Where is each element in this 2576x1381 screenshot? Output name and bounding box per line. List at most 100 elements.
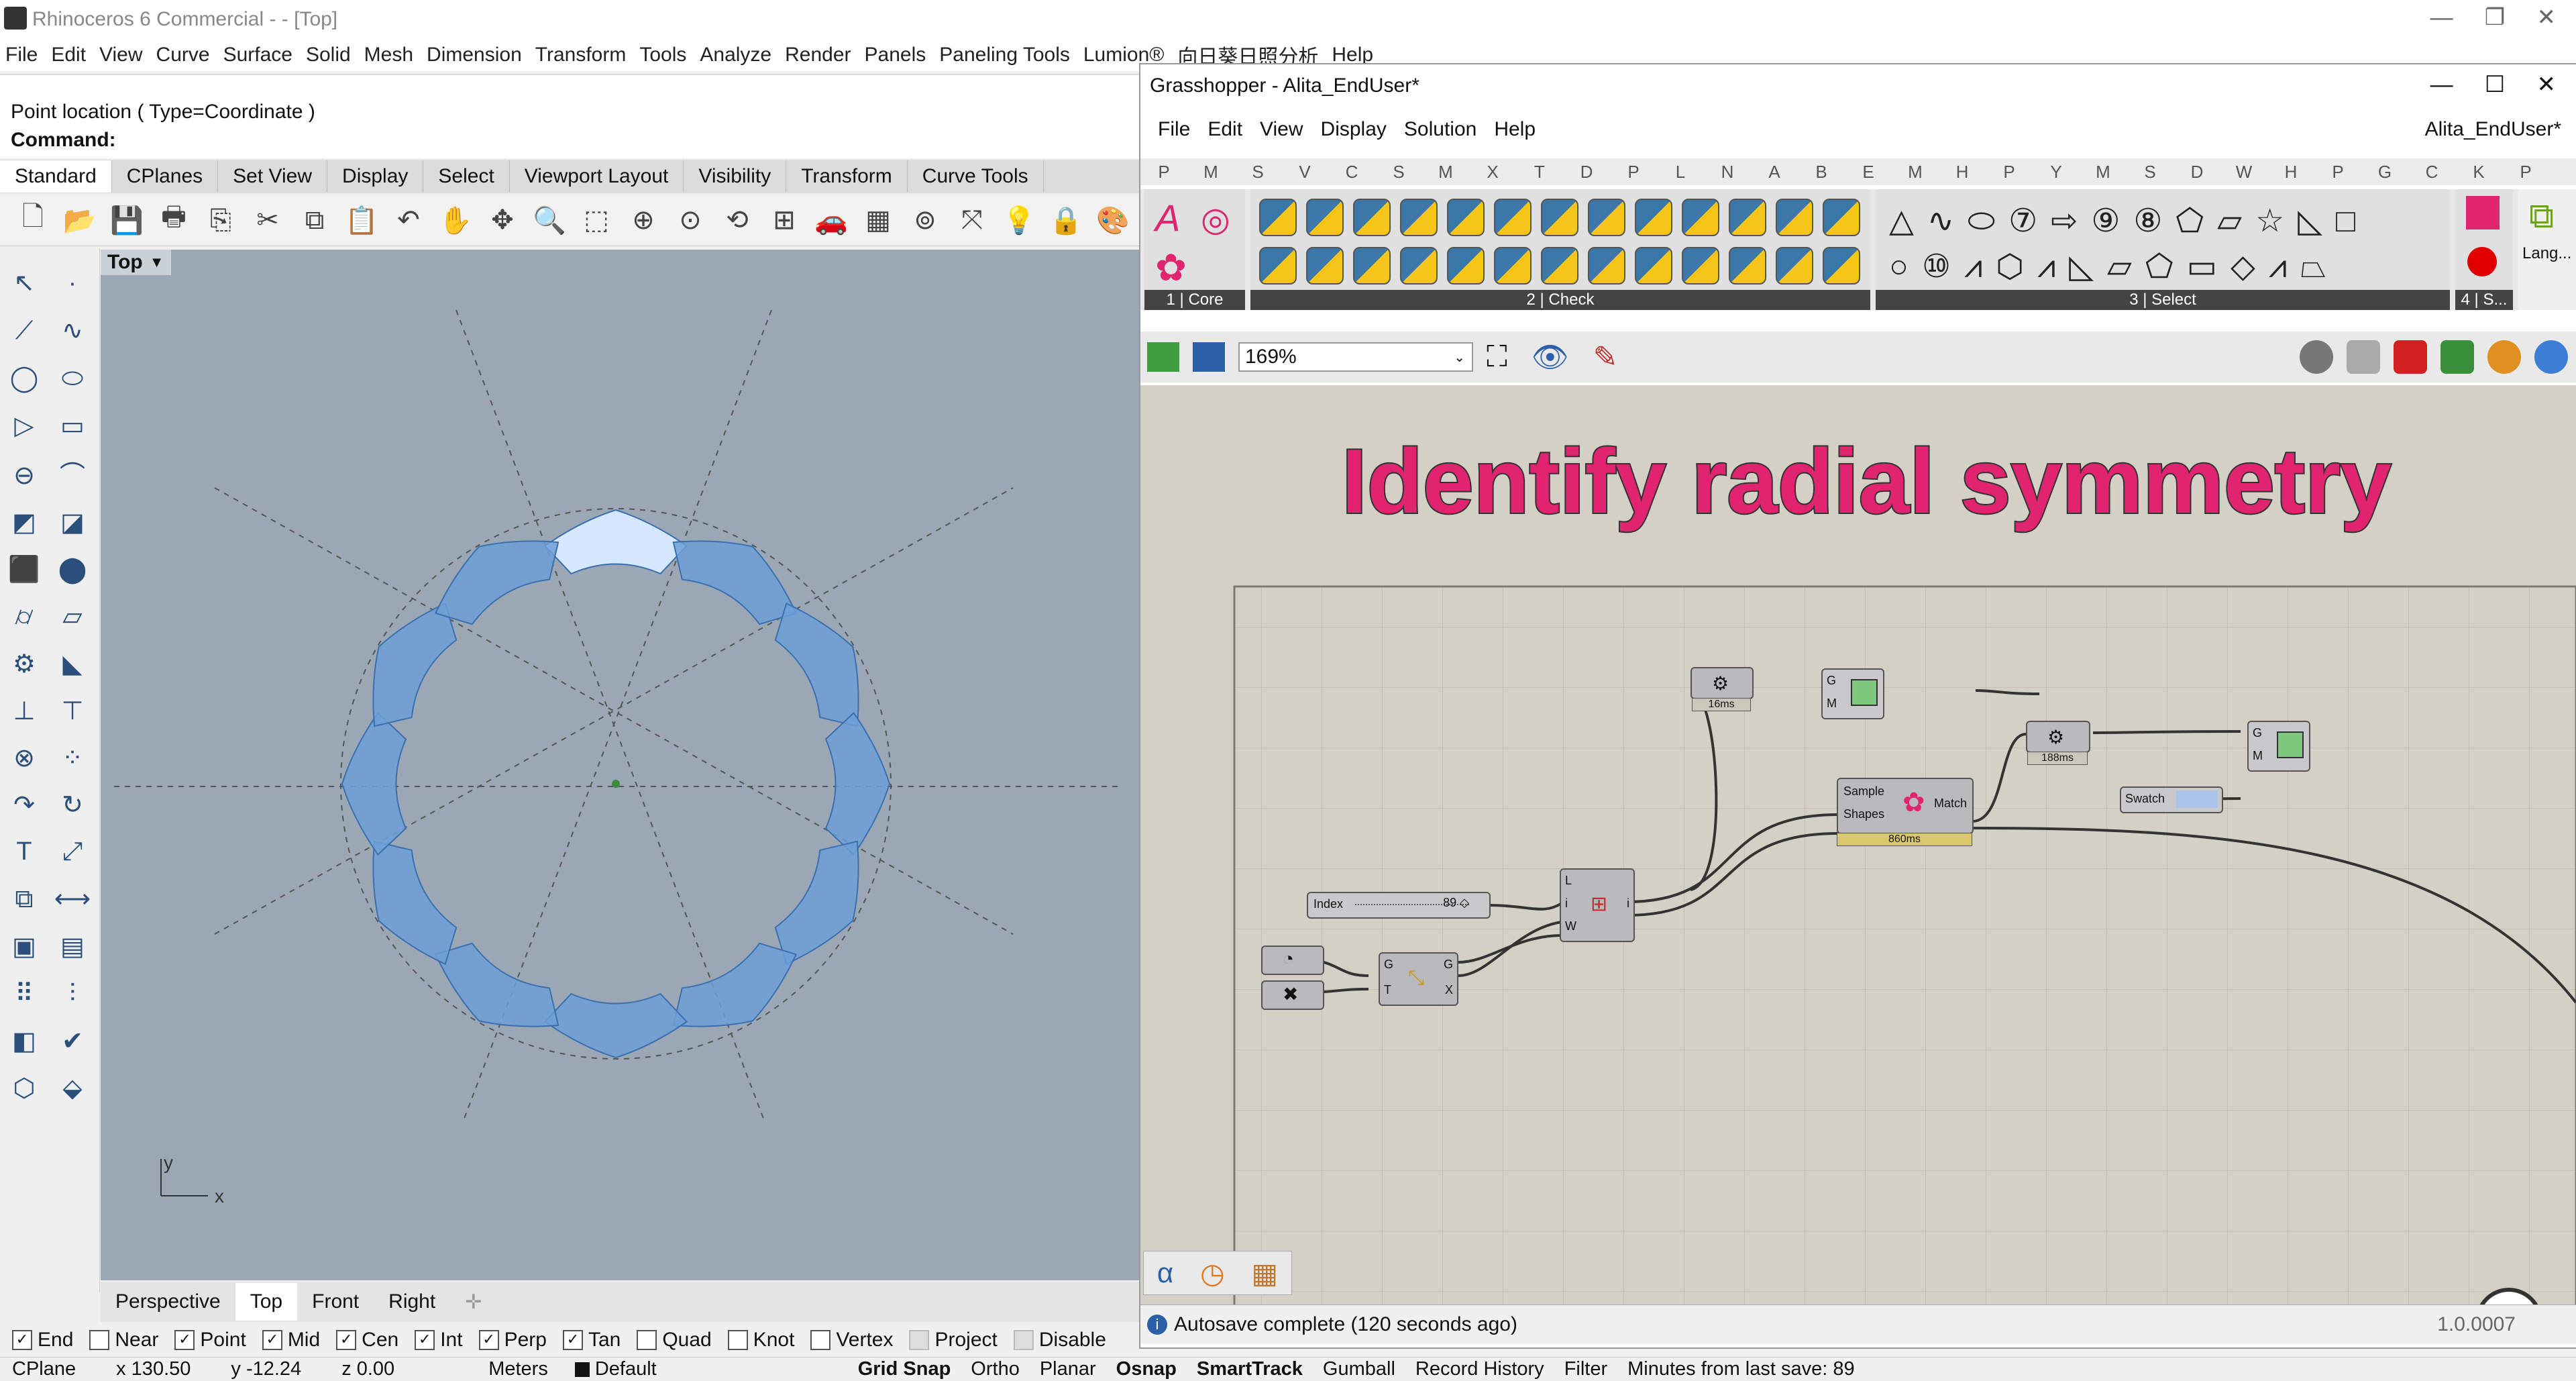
- python-script-icon[interactable]: [1588, 199, 1625, 236]
- osnap-near[interactable]: Near: [89, 1329, 158, 1351]
- osnap-vertex[interactable]: Vertex: [810, 1329, 893, 1351]
- osnap-cen[interactable]: ✓ Cen: [336, 1329, 398, 1351]
- category-tab[interactable]: C: [1328, 162, 1375, 183]
- zoom-selected-icon[interactable]: ⊙: [672, 201, 709, 239]
- category-tab[interactable]: X: [1469, 162, 1516, 183]
- category-tab[interactable]: D: [1563, 162, 1610, 183]
- curve-edit-icon[interactable]: ⊖: [4, 455, 44, 495]
- pink-box-icon[interactable]: [2466, 196, 2500, 229]
- array-icon[interactable]: ⧉: [4, 880, 44, 920]
- point-icon[interactable]: ·: [52, 263, 93, 303]
- gh-window-controls[interactable]: — ☐ ✕: [2430, 71, 2556, 98]
- gear-icon[interactable]: ⚙: [4, 644, 44, 684]
- category-tab[interactable]: W: [2220, 162, 2267, 183]
- tab-perspective[interactable]: Perspective: [101, 1283, 235, 1321]
- category-tab[interactable]: P: [2502, 162, 2549, 183]
- gh-menu-edit[interactable]: Edit: [1208, 118, 1242, 141]
- category-tab[interactable]: D: [2174, 162, 2220, 183]
- category-tab[interactable]: P: [1610, 162, 1657, 183]
- circle-icon[interactable]: ◯: [4, 358, 44, 398]
- petal[interactable]: [341, 711, 407, 856]
- lock-icon[interactable]: 🔒: [1047, 201, 1085, 239]
- explode-icon[interactable]: ⁘: [52, 738, 93, 778]
- shape-icons[interactable]: △∿⬭⑦⇨⑨⑧⬠▱☆◺□ ○⑩⩘⬡⩘◺▱⬠▭◇⩘⏢: [1889, 199, 2369, 290]
- python-script-icon[interactable]: [1306, 247, 1344, 285]
- python-script-icon[interactable]: [1306, 199, 1344, 236]
- menu-tools[interactable]: Tools: [639, 44, 686, 66]
- python-script-icon[interactable]: [1494, 199, 1532, 236]
- python-icon[interactable]: ⧉: [2529, 196, 2554, 237]
- grid-plane-icon[interactable]: ▦: [859, 201, 897, 239]
- category-tab[interactable]: M: [2080, 162, 2127, 183]
- category-tab[interactable]: V: [1281, 162, 1328, 183]
- scale-icon[interactable]: ⤧: [953, 201, 991, 239]
- text-icon[interactable]: T: [4, 832, 44, 872]
- add-viewport-icon[interactable]: ✛: [450, 1283, 496, 1321]
- selected-preview-icon[interactable]: [2440, 340, 2474, 374]
- tab-right[interactable]: Right: [374, 1283, 450, 1321]
- python-script-icon[interactable]: [1823, 199, 1860, 236]
- component-hash[interactable]: ⚙: [1690, 667, 1754, 699]
- category-tab[interactable]: S: [1375, 162, 1422, 183]
- component-preview-1[interactable]: G M: [1821, 668, 1884, 719]
- menu-dimension[interactable]: Dimension: [427, 44, 522, 66]
- panel-core-label[interactable]: 1 | Core: [1144, 290, 1245, 310]
- timer-icon[interactable]: ◷: [1200, 1257, 1225, 1290]
- check-icon[interactable]: ✔: [52, 1021, 93, 1062]
- category-tab[interactable]: M: [1892, 162, 1939, 183]
- tab-front[interactable]: Front: [297, 1283, 374, 1321]
- category-tab[interactable]: S: [2127, 162, 2174, 183]
- select-arrow-icon[interactable]: ↖: [4, 262, 44, 303]
- analyze-icon[interactable]: ◣: [52, 644, 93, 684]
- grid-icon[interactable]: ▤: [52, 927, 93, 967]
- undo-icon[interactable]: ↶: [390, 201, 427, 239]
- shaded-off-icon[interactable]: [2347, 340, 2380, 374]
- align-icon[interactable]: ⫶: [52, 974, 93, 1015]
- python-script-icon[interactable]: [1682, 247, 1719, 285]
- rotate-view-icon[interactable]: ✥: [484, 201, 521, 239]
- mesh-icon[interactable]: ▱: [52, 597, 93, 637]
- osnap-disable[interactable]: Disable: [1013, 1329, 1106, 1351]
- petal[interactable]: [543, 992, 688, 1059]
- category-tab[interactable]: M: [1422, 162, 1469, 183]
- shaded-preview-icon[interactable]: [2394, 340, 2427, 374]
- menu-surface[interactable]: Surface: [223, 44, 292, 66]
- category-tab[interactable]: E: [1845, 162, 1892, 183]
- petal[interactable]: [672, 942, 798, 1027]
- ghpython-a-icon[interactable]: A: [1155, 196, 1180, 240]
- new-layout-icon[interactable]: ⎘: [202, 201, 239, 239]
- python-script-icon[interactable]: [1353, 199, 1391, 236]
- gh-menu-solution[interactable]: Solution: [1404, 118, 1477, 141]
- petal[interactable]: [774, 602, 859, 727]
- copy-icon[interactable]: ⧉: [296, 201, 333, 239]
- petal[interactable]: [774, 840, 859, 966]
- panel-select-label[interactable]: 3 | Select: [1876, 290, 2450, 310]
- osnap-perp[interactable]: ✓ Perp: [478, 1329, 547, 1351]
- sphere-icon[interactable]: ⬤: [52, 549, 93, 589]
- layer-icon[interactable]: ⬙: [52, 1068, 93, 1109]
- category-tab[interactable]: P: [1140, 162, 1187, 183]
- preview-eye-icon[interactable]: 👁: [1532, 340, 1569, 374]
- menu-solid[interactable]: Solid: [306, 44, 351, 66]
- mesh-settings-icon[interactable]: [2534, 340, 2568, 374]
- box-icon[interactable]: ⬛: [4, 550, 44, 590]
- category-tab[interactable]: H: [1939, 162, 1986, 183]
- python-script-icon[interactable]: [1776, 247, 1813, 285]
- osnap-point[interactable]: ✓ Point: [174, 1329, 246, 1351]
- python-script-icon[interactable]: [1588, 247, 1625, 285]
- python-script-icon[interactable]: [1259, 247, 1297, 285]
- gh-canvas[interactable]: Identify radial symmetry ⚙ 16ms G M ⚙ 18…: [1140, 385, 2576, 1325]
- category-tab[interactable]: K: [2455, 162, 2502, 183]
- python-script-icon[interactable]: [1447, 199, 1485, 236]
- osnap-int[interactable]: ✓ Int: [415, 1329, 463, 1351]
- print-icon[interactable]: 🖶: [155, 201, 193, 239]
- component-preview-2[interactable]: G M: [2247, 721, 2310, 772]
- petal[interactable]: [372, 602, 458, 727]
- viewport-title[interactable]: Top ▼: [101, 250, 171, 275]
- tab-display[interactable]: Display: [327, 160, 424, 193]
- panel-check-label[interactable]: 2 | Check: [1250, 290, 1870, 310]
- block-icon[interactable]: ⬡: [4, 1068, 44, 1109]
- language-label[interactable]: Lang...: [2522, 244, 2571, 263]
- render-material-icon[interactable]: ◧: [4, 1021, 44, 1062]
- osnap-tan[interactable]: ✓ Tan: [562, 1329, 621, 1351]
